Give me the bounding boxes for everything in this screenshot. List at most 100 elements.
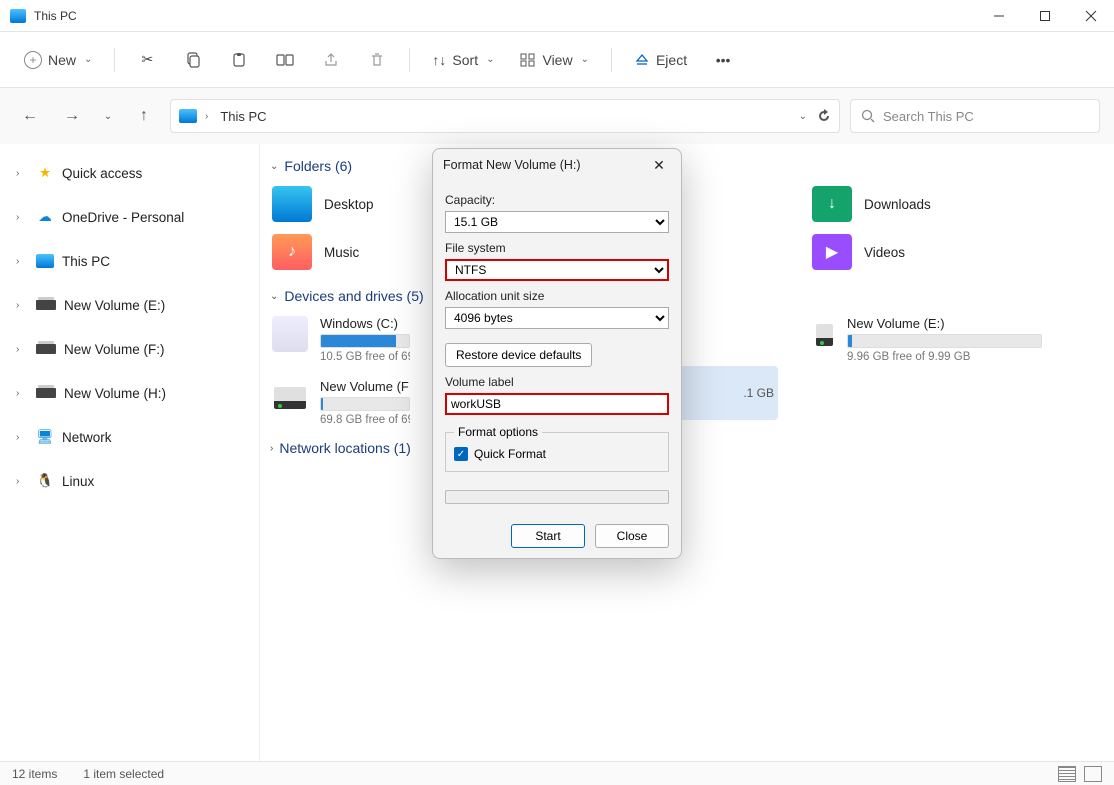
toolbar: + New ⌄ ✂ ↑↓ Sort ⌄ View ⌄ Eject ••• (0, 32, 1114, 88)
search-placeholder: Search This PC (883, 109, 974, 124)
folder-label: Desktop (324, 197, 374, 212)
close-window-button[interactable] (1068, 0, 1114, 32)
drive-c[interactable]: Windows (C:) 10.5 GB free of 69. (266, 312, 416, 367)
up-button[interactable]: ↑ (128, 100, 160, 132)
drive-icon (36, 344, 56, 354)
restore-defaults-button[interactable]: Restore device defaults (445, 343, 592, 367)
delete-button[interactable] (357, 42, 397, 78)
search-box[interactable]: Search This PC (850, 99, 1100, 133)
new-label: New (48, 52, 76, 68)
maximize-button[interactable] (1022, 0, 1068, 32)
sort-icon: ↑↓ (432, 52, 446, 68)
chevron-right-icon: › (16, 432, 28, 443)
capacity-bar (320, 334, 410, 348)
start-button[interactable]: Start (511, 524, 585, 548)
drive-partial: .1 GB (743, 386, 774, 400)
sidebar-item-label: Network (62, 430, 112, 445)
forward-button[interactable]: → (56, 100, 88, 132)
close-button[interactable]: Close (595, 524, 669, 548)
volume-label-input[interactable] (445, 393, 669, 415)
minimize-button[interactable] (976, 0, 1022, 32)
folder-videos[interactable]: ▶Videos (806, 230, 1046, 274)
drive-h-selected[interactable]: .1 GB (678, 366, 778, 420)
format-options-group: Format options ✓ Quick Format (445, 425, 669, 472)
progress-bar (445, 490, 669, 504)
tiles-view-button[interactable] (1084, 766, 1102, 782)
folder-downloads[interactable]: ↓Downloads (806, 182, 1046, 226)
scissors-icon: ✂ (142, 51, 154, 68)
separator (409, 48, 410, 72)
sidebar-item-drive-e[interactable]: ›New Volume (E:) (6, 288, 253, 322)
sidebar: ›★Quick access ›☁OneDrive - Personal › Th… (0, 144, 260, 761)
section-network[interactable]: › Network locations (1) (270, 440, 1098, 456)
more-button[interactable]: ••• (703, 42, 743, 78)
rename-icon (276, 52, 294, 68)
drives-grid: Windows (C:) 10.5 GB free of 69. New Vol… (266, 312, 1098, 430)
dialog-titlebar: Format New Volume (H:) ✕ (433, 149, 681, 181)
filesystem-select[interactable]: NTFS (445, 259, 669, 281)
search-icon (861, 109, 875, 123)
sidebar-item-label: This PC (62, 254, 110, 269)
drive-sub: 69.8 GB free of 69. (320, 414, 410, 426)
address-bar-row: ← → ⌄ ↑ › This PC ⌄ Search This PC (0, 88, 1114, 144)
sidebar-item-linux[interactable]: ›🐧Linux (6, 464, 253, 498)
thispc-icon (179, 109, 197, 123)
drive-icon (36, 388, 56, 398)
format-dialog: Format New Volume (H:) ✕ Capacity: 15.1 … (432, 148, 682, 559)
plus-icon: + (24, 51, 42, 69)
sidebar-item-drive-h[interactable]: ›New Volume (H:) (6, 376, 253, 410)
details-view-button[interactable] (1058, 766, 1076, 782)
drive-sub: 10.5 GB free of 69. (320, 351, 410, 363)
sidebar-item-label: OneDrive - Personal (62, 210, 184, 225)
eject-label: Eject (656, 52, 687, 68)
new-button[interactable]: + New ⌄ (14, 42, 102, 78)
windows-drive-icon (272, 316, 308, 352)
separator (611, 48, 612, 72)
sidebar-item-network[interactable]: › 🖥 Network (6, 420, 253, 454)
sort-button[interactable]: ↑↓ Sort ⌄ (422, 42, 504, 78)
eject-button[interactable]: Eject (624, 42, 697, 78)
drive-e[interactable]: New Volume (E:) 9.96 GB free of 9.99 GB (808, 312, 1048, 367)
sidebar-item-drive-f[interactable]: ›New Volume (F:) (6, 332, 253, 366)
refresh-button[interactable] (817, 109, 831, 123)
history-chevron[interactable]: ⌄ (799, 111, 807, 122)
sidebar-item-label: New Volume (H:) (64, 386, 166, 401)
drive-sub: 9.96 GB free of 9.99 GB (847, 351, 1042, 363)
sidebar-item-onedrive[interactable]: ›☁OneDrive - Personal (6, 200, 253, 234)
chevron-right-icon: › (16, 212, 28, 223)
share-button[interactable] (311, 42, 351, 78)
breadcrumb[interactable]: This PC (220, 109, 266, 124)
drive-f[interactable]: New Volume (F:) 69.8 GB free of 69. (266, 375, 416, 430)
address-box[interactable]: › This PC ⌄ (170, 99, 840, 133)
folder-icon: ▶ (812, 234, 852, 270)
copy-button[interactable] (173, 42, 213, 78)
separator (114, 48, 115, 72)
window-title: This PC (34, 9, 77, 23)
view-icon (520, 53, 536, 67)
view-button[interactable]: View ⌄ (510, 42, 598, 78)
status-bar: 12 items 1 item selected (0, 761, 1114, 785)
chevron-right-icon: › (16, 256, 28, 267)
capacity-bar (847, 334, 1042, 348)
folder-icon: ↓ (812, 186, 852, 222)
back-button[interactable]: ← (14, 100, 46, 132)
status-items: 12 items (12, 767, 57, 781)
allocation-label: Allocation unit size (445, 289, 669, 303)
capacity-bar (320, 397, 410, 411)
rename-button[interactable] (265, 42, 305, 78)
network-icon: 🖥 (36, 428, 54, 446)
quick-format-label: Quick Format (474, 447, 546, 461)
sidebar-item-thispc[interactable]: › This PC (6, 244, 253, 278)
capacity-select[interactable]: 15.1 GB (445, 211, 669, 233)
dialog-close-button[interactable]: ✕ (647, 153, 671, 177)
recent-locations-button[interactable]: ⌄ (98, 100, 118, 132)
quick-format-checkbox[interactable]: ✓ Quick Format (454, 447, 660, 461)
cut-button[interactable]: ✂ (127, 42, 167, 78)
star-icon: ★ (36, 164, 54, 182)
drive-icon (36, 300, 56, 310)
paste-button[interactable] (219, 42, 259, 78)
section-drives[interactable]: ⌄ Devices and drives (5) (270, 288, 1098, 304)
section-folders[interactable]: ⌄ Folders (6) (270, 158, 1098, 174)
allocation-select[interactable]: 4096 bytes (445, 307, 669, 329)
sidebar-item-quickaccess[interactable]: ›★Quick access (6, 156, 253, 190)
